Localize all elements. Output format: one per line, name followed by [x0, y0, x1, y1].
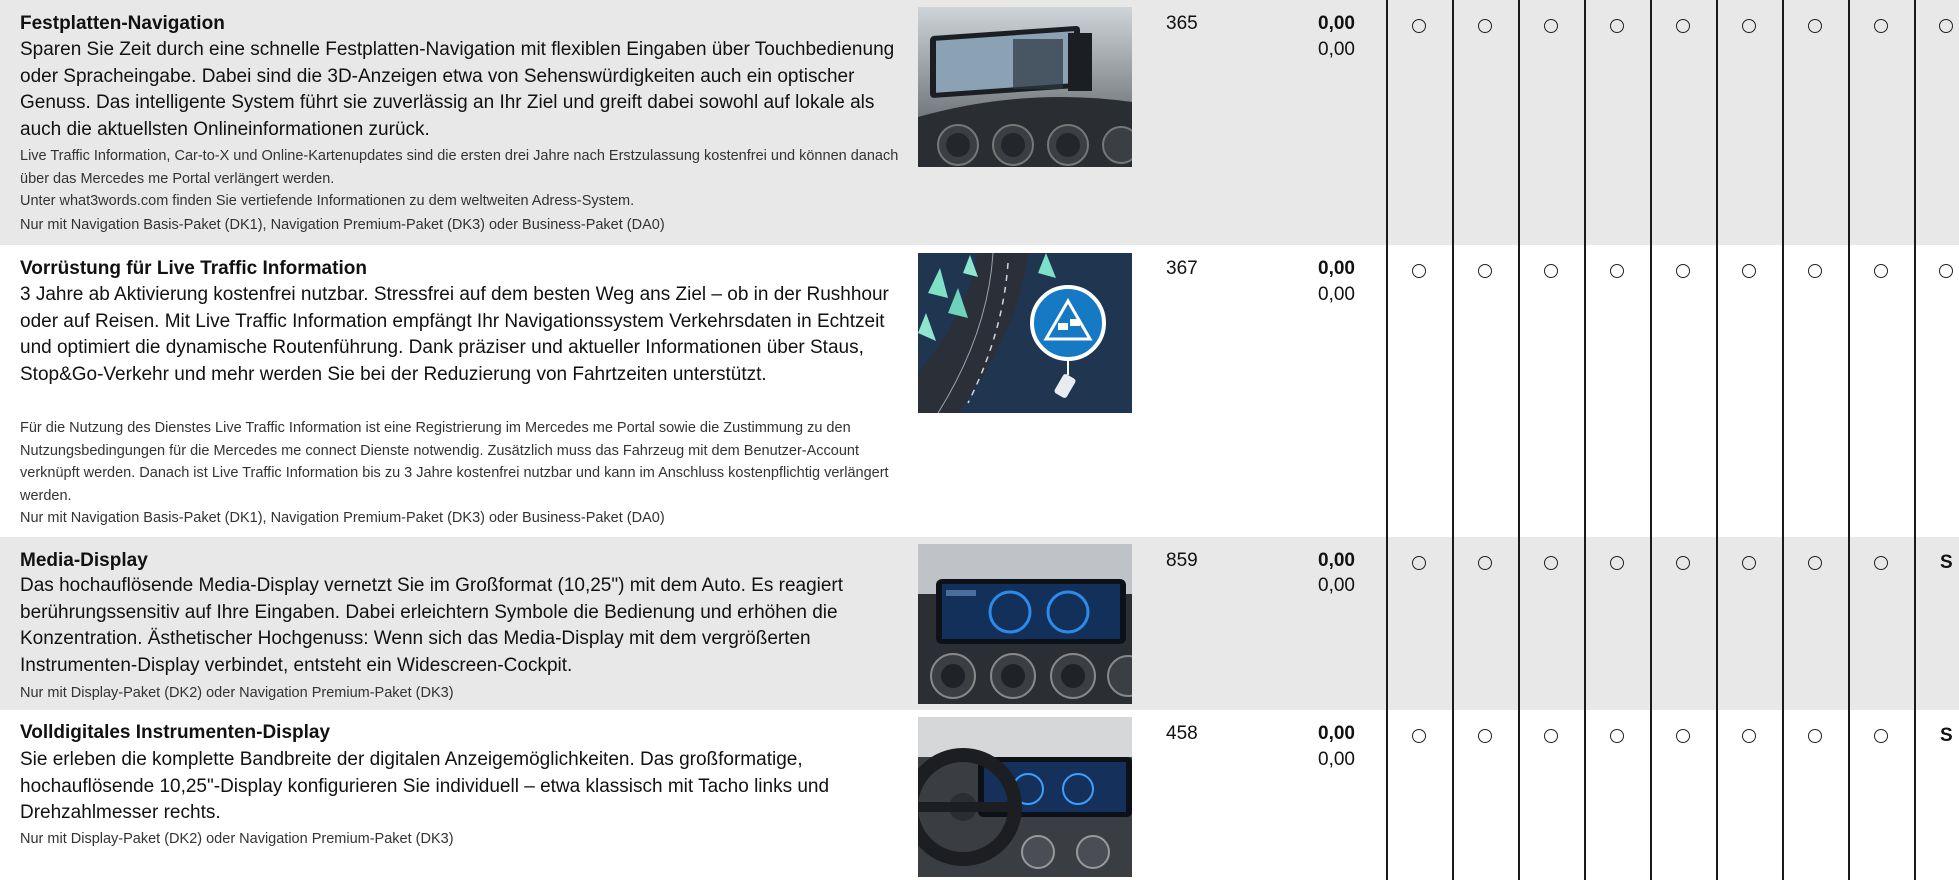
- optional-circle-icon: [1412, 264, 1426, 278]
- price-gross: 0,00: [1318, 749, 1355, 770]
- price-gross: 0,00: [1318, 575, 1355, 596]
- row-notes: Nur mit Display-Paket (DK2) oder Navigat…: [20, 682, 900, 706]
- optional-circle-icon: [1676, 264, 1690, 278]
- optional-circle-icon: [1412, 19, 1426, 33]
- row-note: Nur mit Display-Paket (DK2) oder Navigat…: [20, 685, 454, 701]
- optional-circle-icon: [1742, 729, 1756, 743]
- price-gross: 0,00: [1318, 39, 1355, 60]
- optional-circle-icon: [1544, 264, 1558, 278]
- column-divider: [1650, 0, 1652, 880]
- option-code: 367: [1166, 258, 1198, 279]
- column-divider: [1782, 0, 1784, 880]
- price-net: 0,00: [1318, 723, 1355, 744]
- optional-circle-icon: [1478, 19, 1492, 33]
- optional-circle-icon: [1874, 19, 1888, 33]
- row-notes: Live Traffic Information, Car-to-X und O…: [20, 145, 900, 237]
- optional-circle-icon: [1544, 19, 1558, 33]
- optional-circle-icon: [1676, 19, 1690, 33]
- media-display-photo: [918, 544, 1132, 704]
- optional-circle-icon: [1610, 556, 1624, 570]
- optional-circle-icon: [1808, 729, 1822, 743]
- optional-circle-icon: [1742, 19, 1756, 33]
- optional-circle-icon: [1742, 264, 1756, 278]
- optional-circle-icon: [1939, 264, 1953, 278]
- optional-circle-icon: [1544, 556, 1558, 570]
- row-description: Sparen Sie Zeit durch eine schnelle Fest…: [20, 39, 895, 140]
- price-gross: 0,00: [1318, 284, 1355, 305]
- optional-circle-icon: [1610, 729, 1624, 743]
- row-notes: Nur mit Display-Paket (DK2) oder Navigat…: [20, 828, 900, 852]
- row-note: Nur mit Navigation Basis-Paket (DK1), Na…: [20, 216, 665, 233]
- column-divider: [1914, 0, 1916, 880]
- row-note: Nur mit Display-Paket (DK2) oder Navigat…: [20, 831, 454, 847]
- row-note: Live Traffic Information, Car-to-X und O…: [20, 148, 899, 187]
- optional-circle-icon: [1808, 264, 1822, 278]
- optional-circle-icon: [1676, 729, 1690, 743]
- price-net: 0,00: [1318, 550, 1355, 571]
- optional-circle-icon: [1874, 556, 1888, 570]
- column-divider: [1386, 0, 1388, 880]
- row-description: 3 Jahre ab Aktivierung kostenfrei nutzba…: [20, 284, 889, 385]
- column-divider: [1584, 0, 1586, 880]
- price-net: 0,00: [1318, 13, 1355, 34]
- optional-circle-icon: [1874, 729, 1888, 743]
- column-divider: [1848, 0, 1850, 880]
- price-net: 0,00: [1318, 258, 1355, 279]
- standard-marker: S: [1940, 552, 1953, 573]
- traffic-illustration: [918, 253, 1132, 413]
- optional-circle-icon: [1874, 264, 1888, 278]
- column-divider: [1716, 0, 1718, 880]
- option-code: 365: [1166, 13, 1198, 34]
- optional-circle-icon: [1742, 556, 1756, 570]
- row-note: Unter what3words.com finden Sie vertiefe…: [20, 193, 635, 209]
- optional-circle-icon: [1412, 556, 1426, 570]
- row-notes: Für die Nutzung des Dienstes Live Traffi…: [20, 417, 900, 531]
- optional-circle-icon: [1808, 556, 1822, 570]
- row-note: Nur mit Navigation Basis-Paket (DK1), Na…: [20, 510, 665, 526]
- optional-circle-icon: [1939, 19, 1953, 33]
- optional-circle-icon: [1544, 729, 1558, 743]
- column-divider: [1518, 0, 1520, 880]
- row-title: Volldigitales Instrumenten-Display: [20, 722, 331, 743]
- standard-marker: S: [1940, 725, 1953, 746]
- optional-circle-icon: [1478, 264, 1492, 278]
- column-divider: [1452, 0, 1454, 880]
- row-title: Media-Display: [20, 550, 148, 571]
- optional-circle-icon: [1478, 556, 1492, 570]
- optional-circle-icon: [1610, 264, 1624, 278]
- navigation-display-photo: [918, 7, 1132, 167]
- row-title: Festplatten-Navigation: [20, 13, 225, 34]
- optional-circle-icon: [1478, 729, 1492, 743]
- optional-circle-icon: [1808, 19, 1822, 33]
- row-title: Vorrüstung für Live Traffic Information: [20, 258, 367, 279]
- row-description: Das hochauflösende Media-Display vernetz…: [20, 575, 844, 676]
- cockpit-photo: [918, 717, 1132, 877]
- row-note: Für die Nutzung des Dienstes Live Traffi…: [20, 420, 889, 504]
- option-code: 859: [1166, 550, 1198, 571]
- optional-circle-icon: [1676, 556, 1690, 570]
- optional-circle-icon: [1610, 19, 1624, 33]
- optional-circle-icon: [1412, 729, 1426, 743]
- row-description: Sie erleben die komplette Bandbreite der…: [20, 749, 830, 823]
- option-code: 458: [1166, 723, 1198, 744]
